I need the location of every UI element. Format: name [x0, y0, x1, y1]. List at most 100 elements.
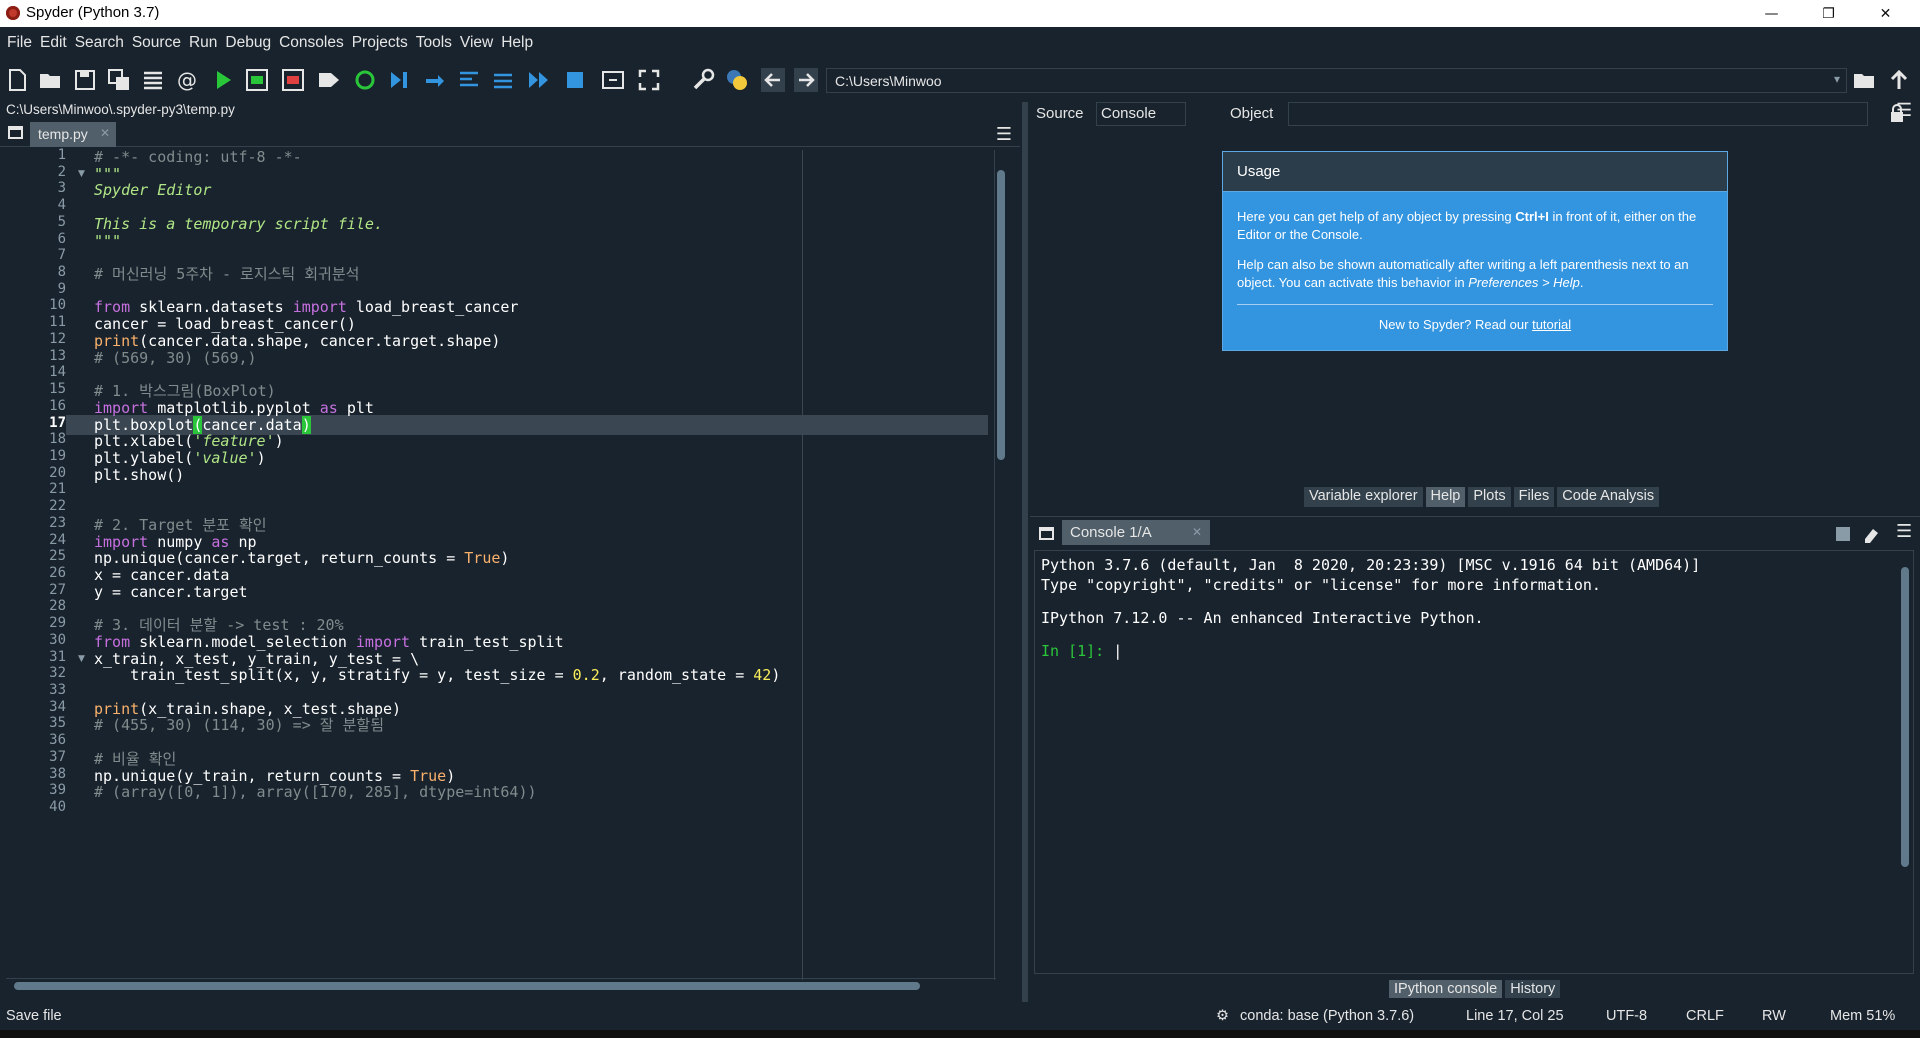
working-directory-combo[interactable]: C:\Users\Minwoo ▾: [826, 68, 1847, 93]
fold-arrow-icon[interactable]: ▼: [78, 654, 85, 664]
save-file-icon[interactable]: [72, 67, 98, 93]
menu-source[interactable]: Source: [132, 34, 181, 52]
ipython-console[interactable]: Python 3.7.6 (default, Jan 8 2020, 20:23…: [1034, 550, 1914, 974]
minimize-button[interactable]: —: [1743, 0, 1800, 27]
code-editor[interactable]: 1 2 3 4 5 6 7 8 9 10 11 12 13 14 15 16 17 18 19 20 21 22 23 24 2…: [6, 147, 1018, 980]
menu-edit[interactable]: Edit: [40, 34, 67, 52]
tab-plots[interactable]: Plots: [1468, 487, 1511, 507]
code-line[interactable]: train_test_split(x, y, stratify = y, tes…: [94, 665, 780, 685]
fullscreen-icon[interactable]: [636, 67, 662, 93]
fold-arrow-icon[interactable]: ▼: [78, 169, 85, 179]
code-line[interactable]: """: [94, 231, 121, 251]
line-number: 33: [49, 682, 66, 699]
restore-button[interactable]: ❐: [1800, 0, 1857, 27]
code-line[interactable]: Spyder Editor: [94, 180, 211, 200]
conda-icon: ⚙: [1216, 1008, 1229, 1024]
menu-consoles[interactable]: Consoles: [279, 34, 344, 52]
preferences-wrench-icon[interactable]: [690, 67, 716, 93]
tab-help[interactable]: Help: [1425, 487, 1466, 507]
editor-hscroll-thumb[interactable]: [14, 982, 920, 990]
menu-help[interactable]: Help: [501, 34, 533, 52]
tab-label: temp.py: [38, 126, 88, 142]
source-combo[interactable]: Console: [1096, 102, 1186, 126]
rerun-icon[interactable]: [352, 67, 378, 93]
menu-search[interactable]: Search: [75, 34, 124, 52]
console-scroll-thumb[interactable]: [1901, 567, 1909, 867]
debug-icon[interactable]: [386, 67, 412, 93]
parent-dir-arrow-icon[interactable]: [1886, 67, 1912, 93]
chevron-down-icon[interactable]: ▾: [1834, 72, 1840, 86]
browse-tabs-icon[interactable]: [1039, 527, 1054, 540]
close-button[interactable]: ✕: [1857, 0, 1914, 27]
close-tab-icon[interactable]: ✕: [100, 126, 110, 140]
tab-history[interactable]: History: [1505, 980, 1561, 998]
continue-icon[interactable]: [526, 67, 552, 93]
pane-splitter[interactable]: [1022, 102, 1028, 1002]
tab-files[interactable]: Files: [1513, 487, 1555, 507]
eraser-icon[interactable]: [1862, 525, 1880, 543]
editor-options-menu-icon[interactable]: ☰: [996, 124, 1012, 145]
status-message: Save file: [6, 1008, 62, 1024]
menu-debug[interactable]: Debug: [225, 34, 271, 52]
line-number: 38: [49, 765, 66, 782]
run-cell-icon[interactable]: [244, 67, 270, 93]
line-number: 9: [57, 280, 66, 297]
tab-variable-explorer[interactable]: Variable explorer: [1304, 487, 1423, 507]
code-line[interactable]: y = cancer.target: [94, 582, 248, 602]
save-all-icon[interactable]: [106, 67, 132, 93]
tab-ipython-console[interactable]: IPython console: [1389, 980, 1503, 998]
code-line[interactable]: # (569, 30) (569,): [94, 348, 257, 368]
code-line[interactable]: # (455, 30) (114, 30) => 잘 분할됨: [94, 715, 384, 735]
menu-file[interactable]: File: [7, 34, 32, 52]
code-line[interactable]: # -*- coding: utf-8 -*-: [94, 147, 302, 167]
run-selection-icon[interactable]: [316, 67, 342, 93]
tab-temp-py[interactable]: temp.py ✕: [30, 122, 116, 147]
step-into-icon[interactable]: [456, 67, 482, 93]
code-line[interactable]: plt.show(): [94, 465, 184, 485]
menu-projects[interactable]: Projects: [352, 34, 408, 52]
run-icon[interactable]: [210, 67, 236, 93]
browse-folder-icon[interactable]: [1852, 67, 1878, 93]
open-file-icon[interactable]: [38, 67, 64, 93]
tutorial-link[interactable]: tutorial: [1532, 317, 1571, 332]
object-combo[interactable]: [1288, 102, 1868, 126]
working-directory-value: C:\Users\Minwoo: [835, 73, 942, 89]
list-icon[interactable]: [140, 67, 166, 93]
code-area[interactable]: # -*- coding: utf-8 -*- """ Spyder Editor T…: [94, 147, 994, 980]
maximize-pane-icon[interactable]: [600, 67, 626, 93]
run-cell-advance-icon[interactable]: [280, 67, 306, 93]
back-arrow-icon[interactable]: [760, 67, 786, 93]
forward-arrow-icon[interactable]: [793, 67, 819, 93]
browse-tabs-icon[interactable]: [8, 126, 23, 139]
usage-paragraph-2: Help can also be shown automatically aft…: [1223, 256, 1727, 292]
tab-console-1a[interactable]: Console 1/A ✕: [1062, 520, 1210, 545]
menu-run[interactable]: Run: [189, 34, 217, 52]
stop-debug-icon[interactable]: [562, 67, 588, 93]
console-prompt-line[interactable]: In [1]: |: [1041, 641, 1122, 661]
code-line[interactable]: # 머신러닝 5주차 - 로지스틱 회귀분석: [94, 264, 359, 284]
console-options-menu-icon[interactable]: ☰: [1896, 521, 1912, 542]
python-path-icon[interactable]: [724, 67, 750, 93]
line-number: 30: [49, 631, 66, 648]
svg-text:@: @: [177, 68, 197, 92]
help-options-menu-icon[interactable]: ☰: [1896, 100, 1912, 121]
console-prompt: In [1]:: [1041, 642, 1114, 660]
step-icon[interactable]: [422, 67, 448, 93]
code-line[interactable]: This is a temporary script file.: [94, 214, 383, 234]
menu-view[interactable]: View: [460, 34, 493, 52]
editor-scroll-thumb[interactable]: [997, 170, 1005, 460]
step-return-icon[interactable]: [490, 67, 516, 93]
menu-tools[interactable]: Tools: [416, 34, 452, 52]
new-to-spyder: New to Spyder? Read our tutorial: [1223, 317, 1727, 332]
line-number: 6: [57, 230, 66, 247]
line-number: 23: [49, 514, 66, 531]
line-number: 16: [49, 397, 66, 414]
stop-kernel-icon[interactable]: [1836, 527, 1850, 541]
tab-code-analysis[interactable]: Code Analysis: [1557, 487, 1660, 507]
line-number: 24: [49, 531, 66, 548]
close-tab-icon[interactable]: ✕: [1192, 525, 1202, 539]
line-number: 11: [49, 314, 66, 331]
code-line[interactable]: # (array([0, 1]), array([170, 285], dtyp…: [94, 782, 537, 802]
at-icon[interactable]: @: [174, 67, 200, 93]
new-file-icon[interactable]: [4, 67, 30, 93]
